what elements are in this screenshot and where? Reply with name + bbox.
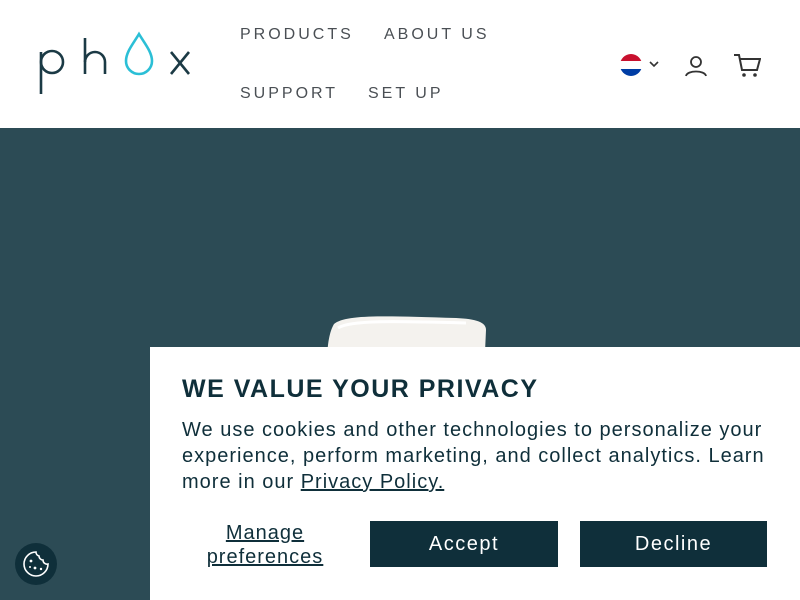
nav-set-up[interactable]: SET UP [368,85,444,103]
privacy-policy-link[interactable]: Privacy Policy. [301,471,445,493]
nav-support[interactable]: SUPPORT [240,85,338,103]
netherlands-flag-icon [620,54,642,76]
cart-icon[interactable] [733,52,761,78]
language-selector[interactable] [620,54,662,78]
cookie-banner-title: WE VALUE YOUR PRIVACY [182,375,539,403]
cookie-banner-body: We use cookies and other technologies to… [182,419,765,493]
accept-button[interactable]: Accept [370,521,558,567]
nav-about-us[interactable]: ABOUT US [384,26,490,44]
site-header: PRODUCTS ABOUT US SUPPORT SET UP [0,0,800,128]
decline-button[interactable]: Decline [580,521,767,567]
cookie-icon [23,551,49,577]
cookie-settings-button[interactable] [15,543,57,585]
chevron-down-icon [649,61,659,68]
phox-logo[interactable] [38,30,194,98]
cookie-banner: WE VALUE YOUR PRIVACY We use cookies and… [150,347,800,600]
cookie-banner-text: We use cookies and other technologies to… [182,417,782,495]
user-icon[interactable] [684,54,708,78]
nav-products[interactable]: PRODUCTS [240,26,354,44]
manage-preferences-link[interactable]: Manage preferences [194,521,336,569]
